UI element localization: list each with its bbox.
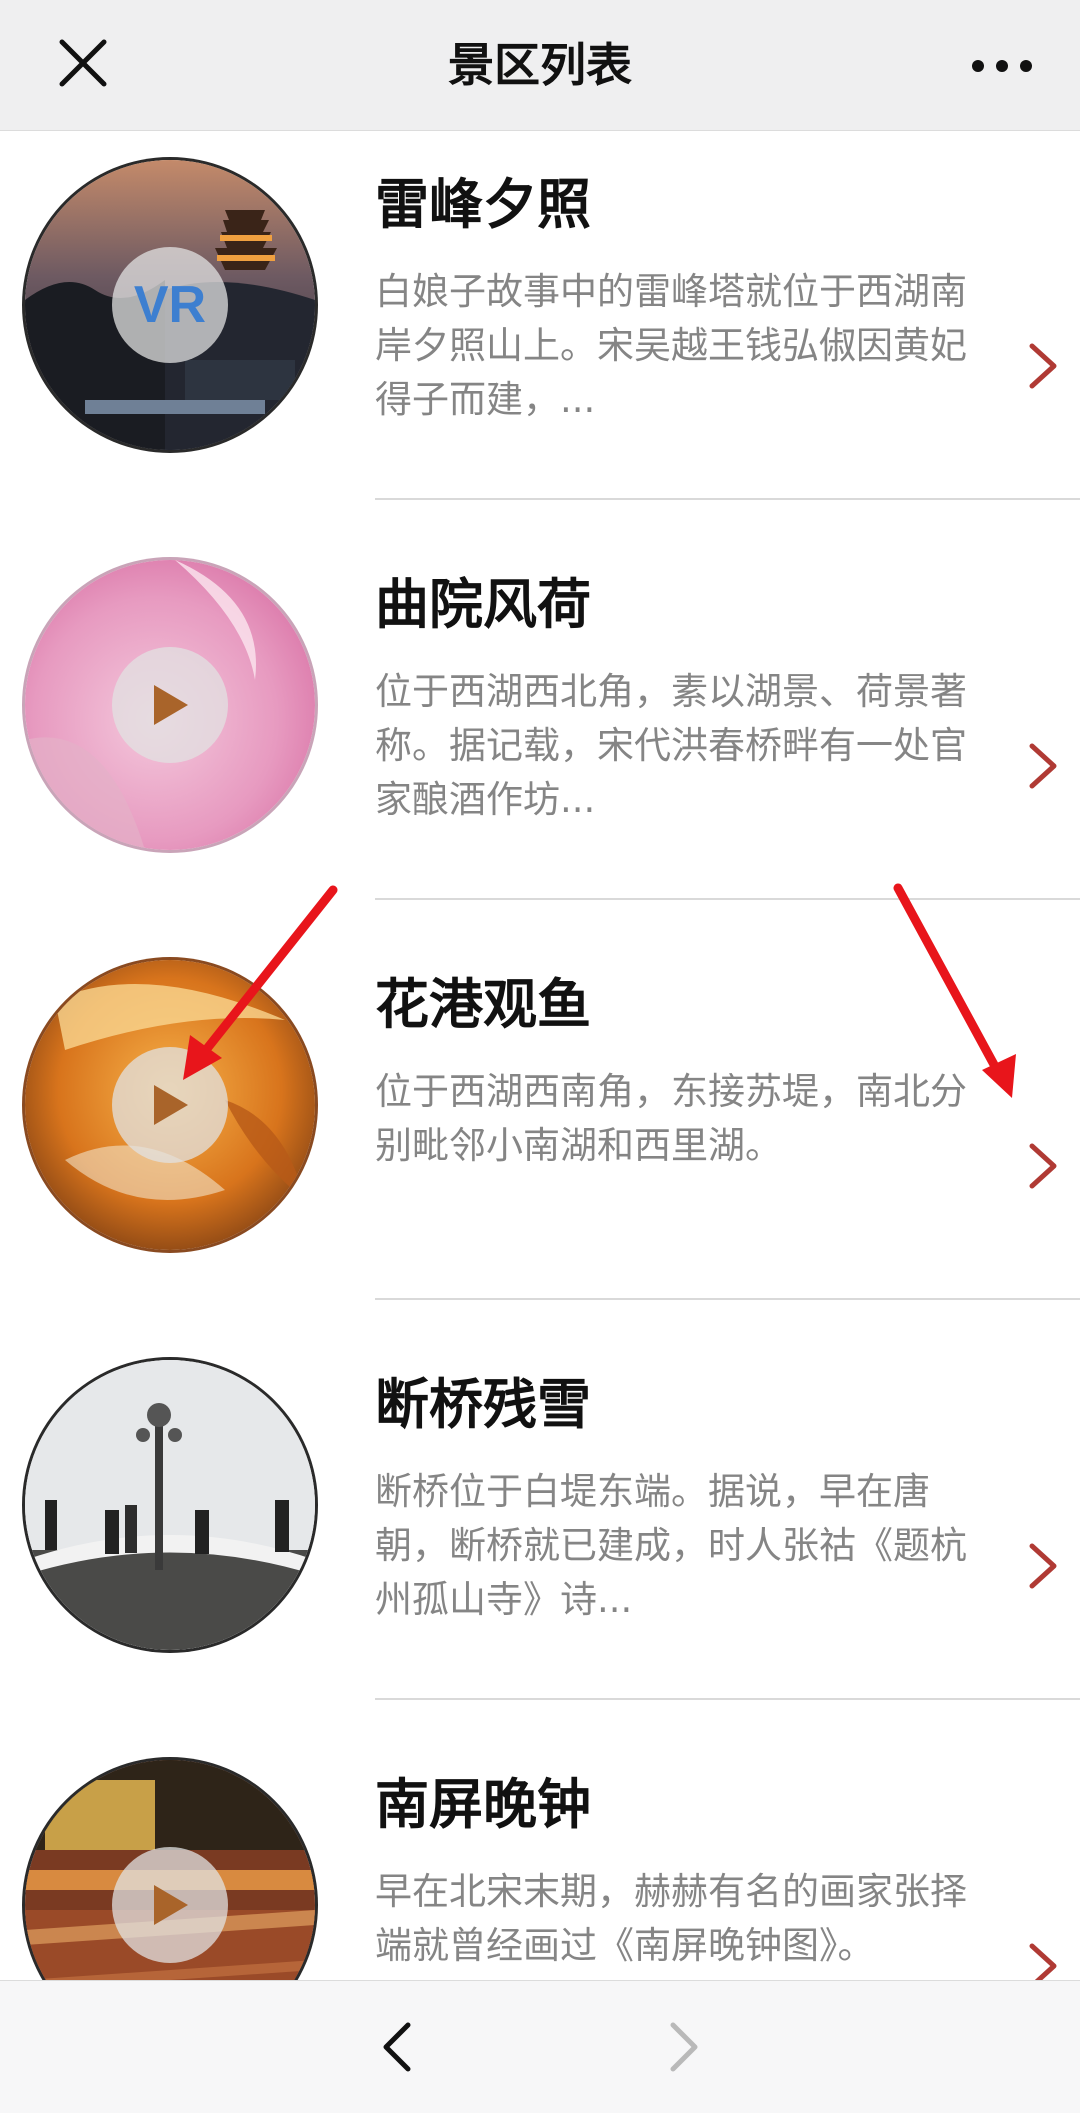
chevron-right-icon [670,2022,698,2072]
list-item-leifeng[interactable]: VR 雷峰夕照 白娘子故事中的雷峰塔就位于西湖南岸夕照山上。宋吴越王钱弘俶因黄妃… [0,130,1080,530]
divider [375,1698,1080,1700]
spot-description: 位于西湖西北角，素以湖景、荷景著称。据记载，宋代洪春桥畔有一处官家酿酒作坊... [375,670,967,821]
spot-name: 南屏晚钟 [375,1773,591,1836]
spot-name: 断桥残雪 [375,1373,591,1436]
spot-description: 断桥位于白堤东端。据说，早在唐朝，断桥就已建成，时人张祜《题杭州孤山寺》诗... [375,1470,967,1621]
list-item-nanping[interactable]: 南屏晚钟 早在北宋末期，赫赫有名的画家张择端就曾经画过《南屏晚钟图》。 [0,1730,1080,1980]
chevron-left-icon[interactable] [370,2019,426,2075]
chevron-right-icon[interactable] [1026,340,1060,392]
list-item-duanqiao[interactable]: 断桥残雪 断桥位于白堤东端。据说，早在唐朝，断桥就已建成，时人张祜《题杭州孤山寺… [0,1330,1080,1730]
bottom-toolbar [0,1980,1080,2113]
more-dots-icon[interactable] [962,36,1042,96]
play-icon [154,685,188,725]
scenic-spot-list: VR 雷峰夕照 白娘子故事中的雷峰塔就位于西湖南岸夕照山上。宋吴越王钱弘俶因黄妃… [0,130,1080,1980]
list-item-quyuan[interactable]: 曲院风荷 位于西湖西北角，素以湖景、荷景著称。据记载，宋代洪春桥畔有一处官家酿酒… [0,530,1080,930]
play-badge[interactable] [112,1847,228,1963]
spot-description: 白娘子故事中的雷峰塔就位于西湖南岸夕照山上。宋吴越王钱弘俶因黄妃得子而建，... [375,270,967,421]
vr-badge[interactable]: VR [112,247,228,363]
play-badge[interactable] [112,1047,228,1163]
divider [375,898,1080,900]
play-icon [154,1885,188,1925]
spot-description: 早在北宋末期，赫赫有名的画家张择端就曾经画过《南屏晚钟图》。 [375,1870,967,1967]
top-nav-bar: 景区列表 [0,0,1080,131]
spot-thumbnail[interactable] [25,1360,315,1650]
divider [375,498,1080,500]
spot-name: 雷峰夕照 [375,173,591,236]
play-icon [154,1085,188,1125]
spot-name: 花港观鱼 [375,973,591,1036]
page-title: 景区列表 [448,38,632,92]
chevron-right-icon[interactable] [1026,1940,1060,1980]
divider [375,1298,1080,1300]
chevron-right-icon[interactable] [1026,1140,1060,1192]
chevron-right-icon[interactable] [1026,1540,1060,1592]
chevron-right-icon[interactable] [1026,740,1060,792]
spot-description: 位于西湖西南角，东接苏堤，南北分别毗邻小南湖和西里湖。 [375,1070,967,1167]
play-badge[interactable] [112,647,228,763]
spot-name: 曲院风荷 [375,573,591,636]
list-item-huagang[interactable]: 花港观鱼 位于西湖西南角，东接苏堤，南北分别毗邻小南湖和西里湖。 [0,930,1080,1330]
vr-label: VR [133,276,207,334]
